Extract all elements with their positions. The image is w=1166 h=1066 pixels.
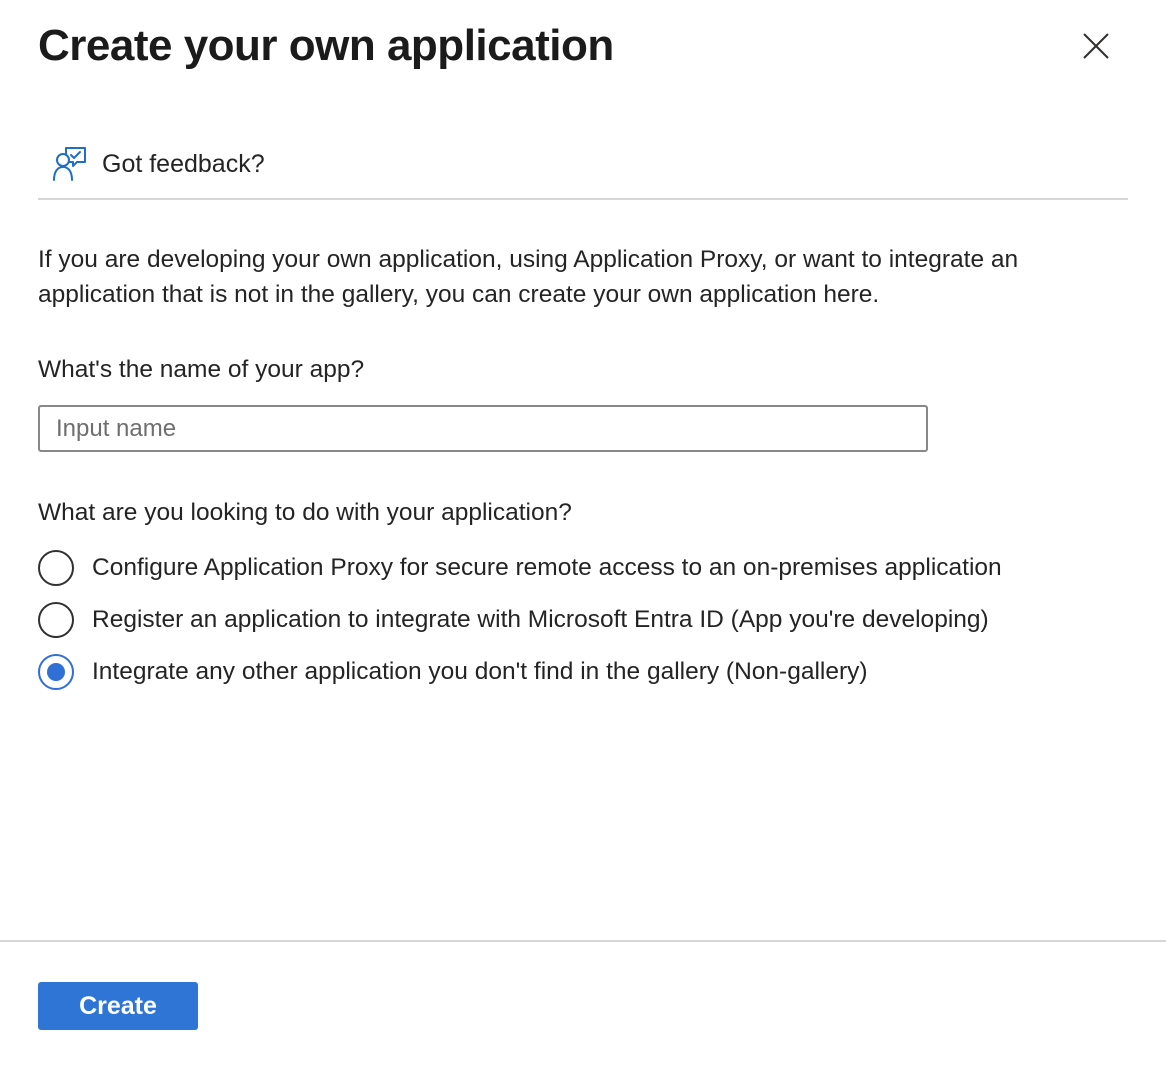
footer-divider [0,940,1166,942]
radio-option-non-gallery[interactable]: Integrate any other application you don'… [38,646,1002,698]
radio-label: Configure Application Proxy for secure r… [92,554,1002,581]
panel-title: Create your own application [38,21,614,70]
radio-button[interactable] [38,602,74,638]
feedback-label: Got feedback? [102,149,265,178]
radio-option-app-proxy[interactable]: Configure Application Proxy for secure r… [38,542,1002,594]
app-name-label: What's the name of your app? [38,356,365,383]
close-button[interactable] [1076,26,1116,66]
header-divider [38,198,1128,200]
radio-button-selected[interactable] [38,654,74,690]
app-name-input[interactable] [38,405,928,452]
feedback-link[interactable]: Got feedback? [52,142,265,186]
close-icon [1083,33,1109,59]
purpose-label: What are you looking to do with your app… [38,499,572,526]
radio-option-register-app[interactable]: Register an application to integrate wit… [38,594,1002,646]
purpose-radio-group: Configure Application Proxy for secure r… [38,542,1002,698]
radio-label: Register an application to integrate wit… [92,606,989,633]
create-button[interactable]: Create [38,982,198,1030]
radio-selected-dot [47,663,65,681]
intro-text: If you are developing your own applicati… [38,246,1019,308]
create-application-panel: Create your own application Got feedback… [0,0,1166,1066]
feedback-person-icon [52,145,88,183]
radio-label: Integrate any other application you don'… [92,658,868,685]
radio-button[interactable] [38,550,74,586]
